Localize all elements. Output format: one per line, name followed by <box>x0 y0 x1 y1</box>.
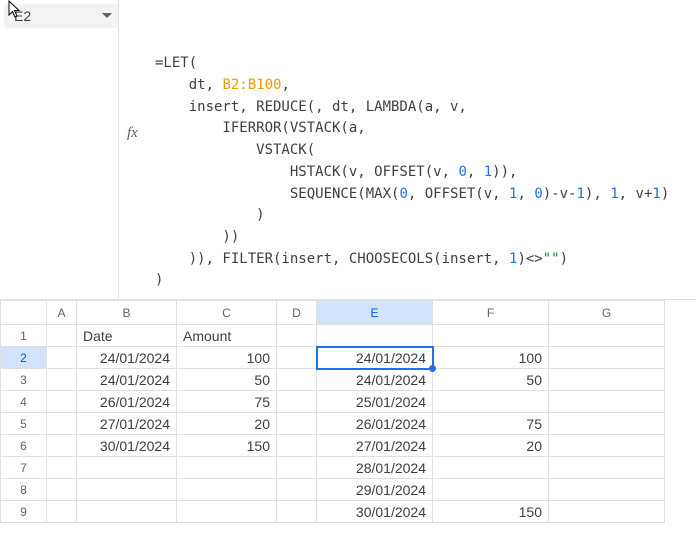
cell-D9[interactable] <box>277 501 317 523</box>
cell-B7[interactable] <box>77 457 177 479</box>
cell-F3[interactable]: 50 <box>433 369 549 391</box>
cell-A2[interactable] <box>47 347 77 369</box>
formula-bar-region: E2 fx =LET( dt, B2:B100, insert, REDUCE(… <box>0 0 696 300</box>
cell-A8[interactable] <box>47 479 77 501</box>
cell-D3[interactable] <box>277 369 317 391</box>
col-header-F[interactable]: F <box>433 301 549 325</box>
row-header-1[interactable]: 1 <box>1 325 47 347</box>
formula-bar[interactable]: fx =LET( dt, B2:B100, insert, REDUCE(, d… <box>118 0 696 299</box>
cell-B4[interactable]: 26/01/2024 <box>77 391 177 413</box>
spreadsheet-grid[interactable]: A B C D E F G 1 Date Amount 2 24/01/2024… <box>0 300 665 523</box>
cell-C6[interactable]: 150 <box>177 435 277 457</box>
cell-G9[interactable] <box>549 501 665 523</box>
col-header-G[interactable]: G <box>549 301 665 325</box>
chevron-down-icon <box>102 13 112 19</box>
cell-C8[interactable] <box>177 479 277 501</box>
cell-C1[interactable]: Amount <box>177 325 277 347</box>
cell-C7[interactable] <box>177 457 277 479</box>
col-header-A[interactable]: A <box>47 301 77 325</box>
cell-A5[interactable] <box>47 413 77 435</box>
cell-D8[interactable] <box>277 479 317 501</box>
cell-B6[interactable]: 30/01/2024 <box>77 435 177 457</box>
cell-C3[interactable]: 50 <box>177 369 277 391</box>
cell-B8[interactable] <box>77 479 177 501</box>
cell-B3[interactable]: 24/01/2024 <box>77 369 177 391</box>
cell-E8[interactable]: 29/01/2024 <box>317 479 433 501</box>
cell-F2[interactable]: 100 <box>433 347 549 369</box>
cell-E2[interactable]: 24/01/2024 <box>317 347 433 369</box>
row-header-6[interactable]: 6 <box>1 435 47 457</box>
col-header-C[interactable]: C <box>177 301 277 325</box>
cell-G4[interactable] <box>549 391 665 413</box>
cell-A3[interactable] <box>47 369 77 391</box>
cell-E1[interactable] <box>317 325 433 347</box>
cell-G8[interactable] <box>549 479 665 501</box>
cell-D5[interactable] <box>277 413 317 435</box>
cell-G5[interactable] <box>549 413 665 435</box>
cell-A7[interactable] <box>47 457 77 479</box>
cell-E9[interactable]: 30/01/2024 <box>317 501 433 523</box>
mouse-cursor-icon <box>8 0 24 20</box>
cell-G7[interactable] <box>549 457 665 479</box>
cell-F8[interactable] <box>433 479 549 501</box>
row-header-9[interactable]: 9 <box>1 501 47 523</box>
row-header-7[interactable]: 7 <box>1 457 47 479</box>
cell-D1[interactable] <box>277 325 317 347</box>
cell-F1[interactable] <box>433 325 549 347</box>
row-header-4[interactable]: 4 <box>1 391 47 413</box>
row-header-5[interactable]: 5 <box>1 413 47 435</box>
cell-F6[interactable]: 20 <box>433 435 549 457</box>
cell-E5[interactable]: 26/01/2024 <box>317 413 433 435</box>
cell-E6[interactable]: 27/01/2024 <box>317 435 433 457</box>
cell-F5[interactable]: 75 <box>433 413 549 435</box>
cell-A4[interactable] <box>47 391 77 413</box>
col-header-E[interactable]: E <box>317 301 433 325</box>
select-all-corner[interactable] <box>1 301 47 325</box>
cell-E7[interactable]: 28/01/2024 <box>317 457 433 479</box>
cell-B5[interactable]: 27/01/2024 <box>77 413 177 435</box>
cell-B1[interactable]: Date <box>77 325 177 347</box>
fx-icon: fx <box>127 122 138 145</box>
row-header-2[interactable]: 2 <box>1 347 47 369</box>
cell-E3[interactable]: 24/01/2024 <box>317 369 433 391</box>
cell-D2[interactable] <box>277 347 317 369</box>
cell-G6[interactable] <box>549 435 665 457</box>
row-header-3[interactable]: 3 <box>1 369 47 391</box>
cell-F4[interactable] <box>433 391 549 413</box>
cell-D6[interactable] <box>277 435 317 457</box>
col-header-D[interactable]: D <box>277 301 317 325</box>
cell-F7[interactable] <box>433 457 549 479</box>
cell-E4[interactable]: 25/01/2024 <box>317 391 433 413</box>
cell-G2[interactable] <box>549 347 665 369</box>
cell-C9[interactable] <box>177 501 277 523</box>
cell-A1[interactable] <box>47 325 77 347</box>
cell-G3[interactable] <box>549 369 665 391</box>
cell-C2[interactable]: 100 <box>177 347 277 369</box>
cell-C4[interactable]: 75 <box>177 391 277 413</box>
cell-A9[interactable] <box>47 501 77 523</box>
cell-B9[interactable] <box>77 501 177 523</box>
row-header-8[interactable]: 8 <box>1 479 47 501</box>
cell-G1[interactable] <box>549 325 665 347</box>
cell-A6[interactable] <box>47 435 77 457</box>
cell-D4[interactable] <box>277 391 317 413</box>
cell-D7[interactable] <box>277 457 317 479</box>
cell-C5[interactable]: 20 <box>177 413 277 435</box>
cell-B2[interactable]: 24/01/2024 <box>77 347 177 369</box>
cell-F9[interactable]: 150 <box>433 501 549 523</box>
